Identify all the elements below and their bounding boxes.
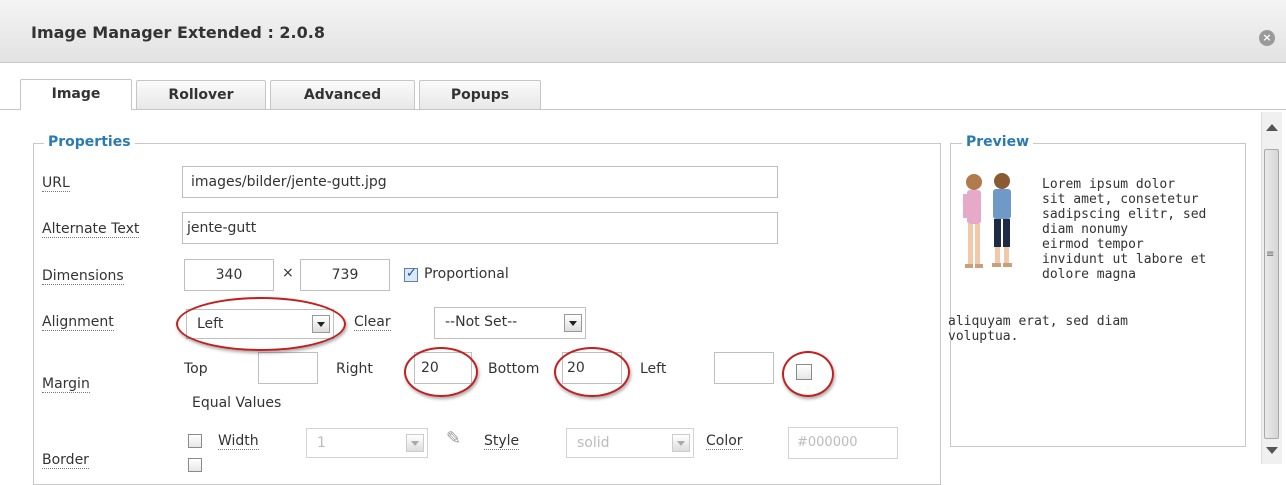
equal-values-highlight-ring	[782, 351, 834, 397]
margin-label: Margin	[42, 376, 90, 393]
preview-line: diam nonumy	[1042, 222, 1129, 237]
preview-text-wrapped: Lorem ipsum dolor sit amet, consetetur s…	[1042, 177, 1206, 282]
clear-value: --Not Set--	[445, 314, 518, 330]
preview-line: dolore magna	[1042, 267, 1136, 282]
preview-text-full: aliquyam erat, sed diam voluptua.	[948, 314, 1128, 344]
proportional-checkbox[interactable]	[404, 266, 418, 282]
preview-line: eirmod tempor	[1042, 237, 1144, 252]
url-input[interactable]: images/bilder/jente-gutt.jpg	[182, 166, 778, 198]
grip-icon: ≡	[1266, 249, 1275, 260]
scroll-down-icon[interactable]	[1266, 447, 1278, 454]
border-style-select[interactable]: solid	[566, 428, 694, 458]
preview-line: sadipscing elitr, sed	[1042, 207, 1207, 222]
clear-label: Clear	[354, 314, 391, 331]
border-style-value: solid	[577, 435, 610, 451]
chevron-down-icon	[564, 314, 582, 332]
border-label: Border	[42, 452, 89, 469]
margin-bottom-label: Bottom	[488, 361, 540, 377]
window-title: Image Manager Extended : 2.0.8	[31, 23, 325, 42]
border-style-label: Style	[484, 433, 520, 450]
title-bar: Image Manager Extended : 2.0.8 ×	[0, 0, 1286, 63]
chevron-down-icon	[406, 434, 424, 452]
border-width-select[interactable]: 1	[306, 428, 428, 458]
margin-top-label: Top	[184, 361, 208, 377]
tab-rollover[interactable]: Rollover	[136, 80, 266, 109]
dimensions-label: Dimensions	[42, 268, 124, 285]
tab-bar: Image Rollover Advanced Popups	[0, 63, 1286, 110]
margin-left-input[interactable]	[714, 352, 774, 384]
preview-line: voluptua.	[948, 329, 1019, 344]
properties-legend: Properties	[44, 134, 135, 150]
preview-line: invidunt ut labore et	[1042, 252, 1207, 267]
border-width-label: Width	[218, 433, 259, 450]
tab-advanced[interactable]: Advanced	[270, 80, 415, 109]
margin-left-label: Left	[640, 361, 667, 377]
proportional-label: Proportional	[424, 266, 509, 282]
scroll-thumb[interactable]	[1264, 149, 1279, 439]
alternate-text-label: Alternate Text	[42, 221, 140, 238]
equal-values-label: Equal Values	[192, 395, 282, 411]
dimension-separator: ×	[282, 265, 294, 281]
pencil-icon: ✎	[446, 428, 462, 449]
close-icon[interactable]: ×	[1259, 30, 1275, 46]
preview-image	[963, 173, 1012, 268]
border-width-value: 1	[317, 435, 326, 451]
preview-legend: Preview	[962, 134, 1034, 150]
margin-right-highlight-ring	[404, 347, 478, 397]
alternate-text-input[interactable]: jente-gutt	[182, 212, 778, 244]
alignment-highlight-ring	[176, 297, 346, 351]
margin-right-label: Right	[336, 361, 373, 377]
border-width-checkbox[interactable]	[188, 434, 202, 448]
vertical-scrollbar[interactable]: ≡	[1261, 112, 1282, 464]
height-input[interactable]: 739	[300, 259, 390, 291]
preview-line: aliquyam erat, sed diam	[948, 314, 1129, 329]
preview-line: sit amet, consetetur	[1042, 192, 1199, 207]
tab-image[interactable]: Image	[20, 79, 132, 110]
width-input[interactable]: 340	[184, 259, 274, 291]
border-extra-checkbox[interactable]	[188, 458, 202, 472]
margin-top-input[interactable]	[258, 352, 318, 384]
border-color-label: Color	[706, 433, 743, 450]
alignment-label: Alignment	[42, 314, 114, 331]
scroll-up-icon[interactable]	[1266, 124, 1278, 131]
tab-popups[interactable]: Popups	[419, 80, 541, 109]
preview-line: Lorem ipsum dolor	[1042, 177, 1176, 192]
clear-select[interactable]: --Not Set--	[434, 307, 586, 339]
chevron-down-icon	[672, 434, 690, 452]
border-color-input[interactable]: #000000	[788, 427, 898, 459]
margin-bottom-highlight-ring	[554, 347, 630, 397]
url-label: URL	[42, 175, 70, 192]
